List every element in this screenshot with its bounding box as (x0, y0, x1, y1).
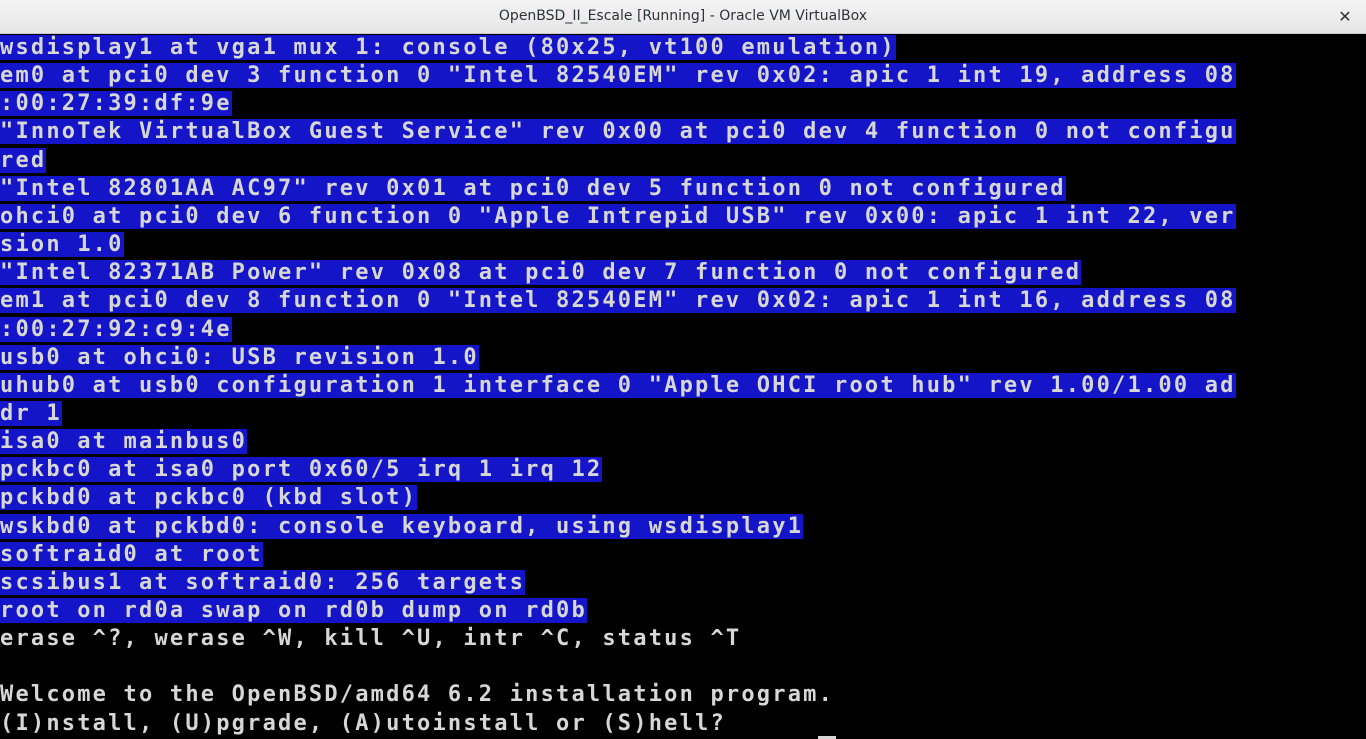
console-line-selected: em1 at pci0 dev 8 function 0 "Intel 8254… (0, 287, 1236, 315)
console-line-selected: pckbd0 at pckbc0 (kbd slot) (0, 484, 418, 512)
console-line-selected: ohci0 at pci0 dev 6 function 0 "Apple In… (0, 203, 1236, 231)
virtualbox-window: OpenBSD_II_Escale [Running] - Oracle VM … (0, 0, 1366, 739)
console-line-selected: em0 at pci0 dev 3 function 0 "Intel 8254… (0, 62, 1236, 90)
console-line-text: wskbd0 at pckbd0: console keyboard, usin… (0, 513, 804, 539)
window-title: OpenBSD_II_Escale [Running] - Oracle VM … (498, 8, 868, 24)
console-line-selected: "Intel 82371AB Power" rev 0x08 at pci0 d… (0, 259, 1082, 287)
console-line-text: (I)nstall, (U)pgrade, (A)utoinstall or (… (0, 710, 742, 736)
console-line-text: em0 at pci0 dev 3 function 0 "Intel 8254… (0, 63, 1236, 89)
console-line-text: sion 1.0 (0, 232, 124, 258)
console-line-selected: usb0 at ohci0: USB revision 1.0 (0, 344, 479, 372)
console-line-text: scsibus1 at softraid0: 256 targets (0, 569, 526, 595)
console-line-selected: red (0, 147, 47, 175)
console-line-selected: wskbd0 at pckbd0: console keyboard, usin… (0, 513, 804, 541)
console-line-text: dr 1 (0, 400, 62, 426)
console-line-text: em1 at pci0 dev 8 function 0 "Intel 8254… (0, 288, 1236, 314)
console-line: erase ^?, werase ^W, kill ^U, intr ^C, s… (0, 625, 741, 653)
console-line: (I)nstall, (U)pgrade, (A)utoinstall or (… (0, 710, 741, 738)
console-line-text: :00:27:39:df:9e (0, 91, 232, 117)
console-line-selected: :00:27:39:df:9e (0, 90, 232, 118)
console-line-selected: uhub0 at usb0 configuration 1 interface … (0, 372, 1236, 400)
title-bar[interactable]: OpenBSD_II_Escale [Running] - Oracle VM … (0, 0, 1366, 34)
console-line-selected: sion 1.0 (0, 231, 124, 259)
console-line-text: erase ^?, werase ^W, kill ^U, intr ^C, s… (0, 626, 742, 652)
console-line-text: uhub0 at usb0 configuration 1 interface … (0, 372, 1236, 398)
console-line-text: usb0 at ohci0: USB revision 1.0 (0, 344, 479, 370)
vm-console-screen[interactable]: wsdisplay1 at vga1 mux 1: console (80x25… (0, 34, 1366, 739)
console-line-selected: :00:27:92:c9:4e (0, 316, 232, 344)
console-line-text: wsdisplay1 at vga1 mux 1: console (80x25… (0, 35, 896, 60)
console-line-text: :00:27:92:c9:4e (0, 316, 232, 342)
console-line-text: softraid0 at root (0, 541, 263, 567)
close-icon[interactable]: ✕ (1332, 4, 1358, 30)
console-line: Welcome to the OpenBSD/amd64 6.2 install… (0, 681, 834, 709)
console-line-text: "InnoTek VirtualBox Guest Service" rev 0… (0, 119, 1236, 145)
console-line-text: "Intel 82371AB Power" rev 0x08 at pci0 d… (0, 260, 1082, 286)
console-line-selected: root on rd0a swap on rd0b dump on rd0b (0, 597, 587, 625)
console-line-text: pckbc0 at isa0 port 0x60/5 irq 1 irq 12 (0, 457, 603, 483)
console-line-selected: isa0 at mainbus0 (0, 428, 248, 456)
console-line-selected: softraid0 at root (0, 541, 263, 569)
console-line-selected: dr 1 (0, 400, 62, 428)
console-line-selected: "InnoTek VirtualBox Guest Service" rev 0… (0, 118, 1236, 146)
console-line-selected: wsdisplay1 at vga1 mux 1: console (80x25… (0, 34, 896, 62)
console-line-text: ohci0 at pci0 dev 6 function 0 "Apple In… (0, 203, 1236, 229)
console-line-selected: pckbc0 at isa0 port 0x60/5 irq 1 irq 12 (0, 456, 603, 484)
console-line-text: isa0 at mainbus0 (0, 429, 248, 455)
console-line-text: "Intel 82801AA AC97" rev 0x01 at pci0 de… (0, 175, 1066, 201)
console-line-text: red (0, 147, 47, 173)
console-line-selected: scsibus1 at softraid0: 256 targets (0, 569, 526, 597)
console-line-selected: "Intel 82801AA AC97" rev 0x01 at pci0 de… (0, 175, 1066, 203)
console-line-text: pckbd0 at pckbc0 (kbd slot) (0, 485, 418, 511)
console-line-text: Welcome to the OpenBSD/amd64 6.2 install… (0, 682, 835, 708)
console-line-text: root on rd0a swap on rd0b dump on rd0b (0, 598, 587, 623)
